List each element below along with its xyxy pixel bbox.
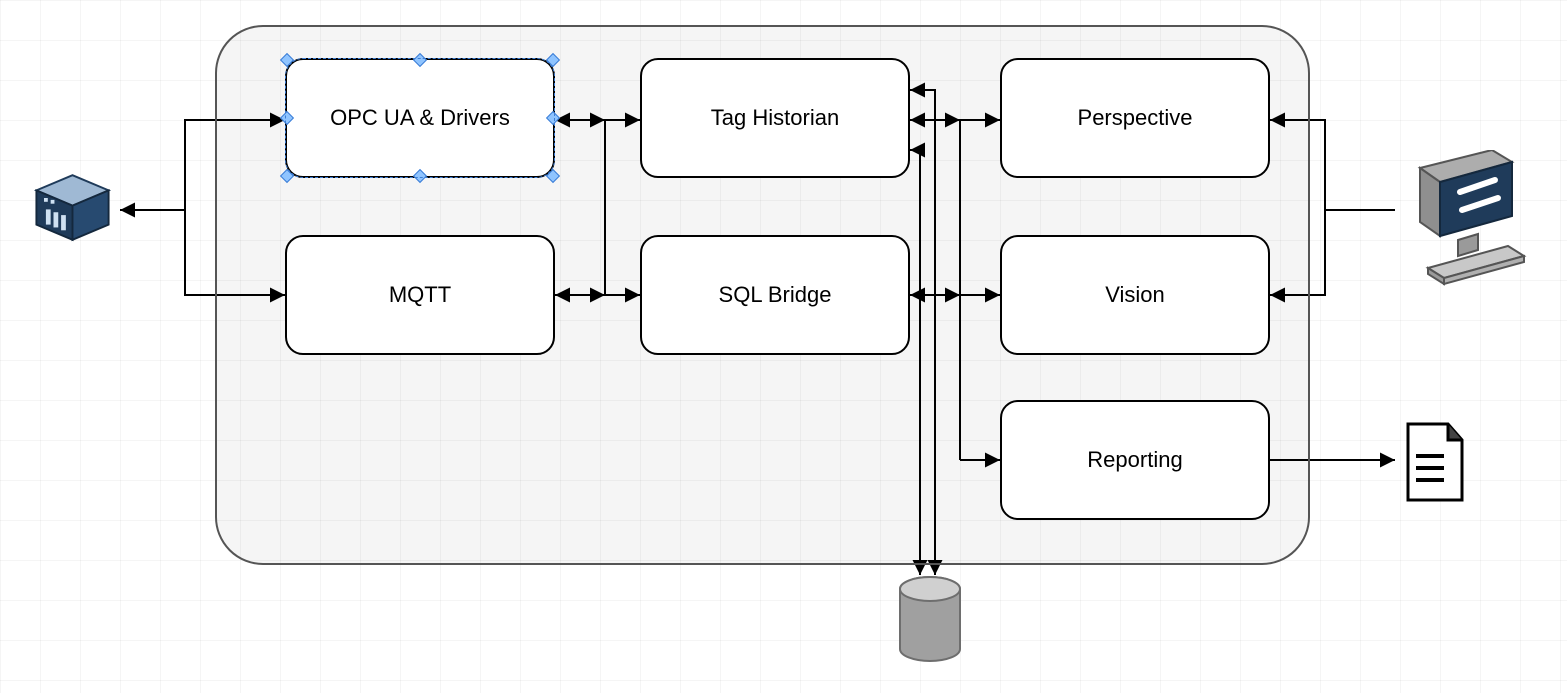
node-label: Perspective: [1078, 105, 1193, 131]
node-label: Tag Historian: [711, 105, 839, 131]
node-label: Reporting: [1087, 447, 1182, 473]
node-opc-ua-drivers[interactable]: OPC UA & Drivers: [285, 58, 555, 178]
node-reporting[interactable]: Reporting: [1000, 400, 1270, 520]
node-perspective[interactable]: Perspective: [1000, 58, 1270, 178]
computer-icon[interactable]: [1400, 150, 1530, 290]
document-icon[interactable]: [1400, 420, 1470, 505]
node-vision[interactable]: Vision: [1000, 235, 1270, 355]
node-tag-historian[interactable]: Tag Historian: [640, 58, 910, 178]
node-label: OPC UA & Drivers: [330, 105, 510, 131]
database-icon[interactable]: [895, 575, 965, 675]
node-label: MQTT: [389, 282, 451, 308]
server-icon[interactable]: [25, 160, 120, 255]
node-mqtt[interactable]: MQTT: [285, 235, 555, 355]
node-label: Vision: [1105, 282, 1165, 308]
node-label: SQL Bridge: [719, 282, 832, 308]
node-sql-bridge[interactable]: SQL Bridge: [640, 235, 910, 355]
